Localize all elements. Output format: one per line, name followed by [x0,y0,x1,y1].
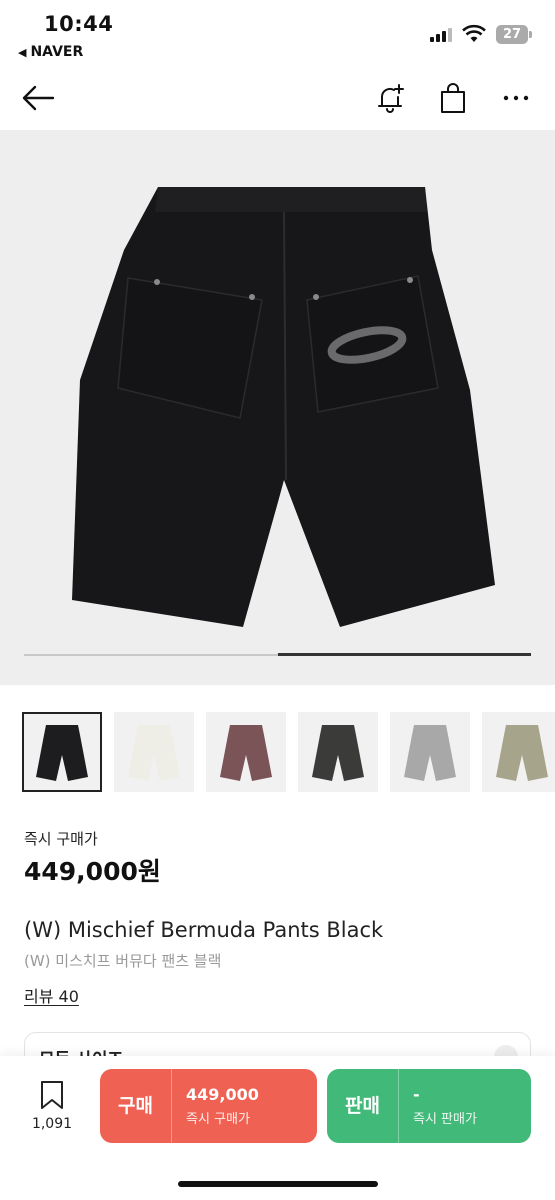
signal-icon [430,28,452,42]
back-button[interactable] [20,80,56,116]
product-image[interactable] [0,130,555,685]
cart-button[interactable] [435,80,471,116]
home-indicator [178,1181,378,1187]
wishlist-button[interactable]: 1,091 [28,1080,76,1132]
sell-sub-label: 즉시 판매가 [413,1112,477,1127]
buy-label: 구매 [100,1069,172,1143]
status-bar: 10:44 ◀ NAVER 27 [0,0,555,66]
bookmark-icon [41,1081,63,1109]
thumbnail-strip [22,712,555,792]
product-title: (W) Mischief Bermuda Pants Black [24,918,384,942]
top-nav [0,66,555,130]
thumbnail-6[interactable] [482,712,555,792]
more-dots-icon [503,95,529,101]
buy-price: 449,000 [186,1085,259,1104]
back-app-label: NAVER [30,44,84,60]
battery-level: 27 [502,27,522,42]
bell-plus-icon [378,84,404,113]
shorts-thumbnail-image [404,725,456,781]
bottom-action-bar: 1,091 구매 449,000 즉시 구매가 판매 - 즉시 판매가 [0,1056,555,1200]
review-link[interactable]: 리뷰 40 [24,983,79,1007]
shorts-thumbnail-image [220,725,272,781]
thumbnail-2[interactable] [114,712,194,792]
back-to-app-link[interactable]: ◀ NAVER [18,44,83,60]
sell-label: 판매 [327,1069,399,1143]
wifi-icon [462,24,486,42]
shorts-image [72,187,495,627]
shorts-thumbnail-image [496,725,548,781]
thumbnail-5[interactable] [390,712,470,792]
shorts-thumbnail-image [36,725,88,781]
arrow-left-icon [22,85,55,111]
sell-button[interactable]: 판매 - 즉시 판매가 [327,1069,531,1143]
sell-price: - [413,1085,420,1104]
shorts-thumbnail-image [128,725,180,781]
shopping-bag-icon [441,83,465,113]
thumbnail-3[interactable] [206,712,286,792]
product-title-korean: (W) 미스치프 버뮤다 팬츠 블랙 [24,952,222,970]
wishlist-count: 1,091 [31,1116,73,1132]
thumbnail-1[interactable] [22,712,102,792]
buy-button[interactable]: 구매 449,000 즉시 구매가 [100,1069,317,1143]
instant-buy-label: 즉시 구매가 [24,830,98,848]
thumbnail-4[interactable] [298,712,378,792]
battery-icon: 27 [496,25,532,44]
buy-sub-label: 즉시 구매가 [186,1112,250,1127]
status-time: 10:44 [44,12,114,36]
gallery-progress-fill [277,653,531,656]
more-button[interactable] [498,80,534,116]
price-alert-button[interactable] [372,80,408,116]
product-price: 449,000원 [24,857,161,886]
shorts-thumbnail-image [312,725,364,781]
back-triangle-icon: ◀ [18,45,27,59]
